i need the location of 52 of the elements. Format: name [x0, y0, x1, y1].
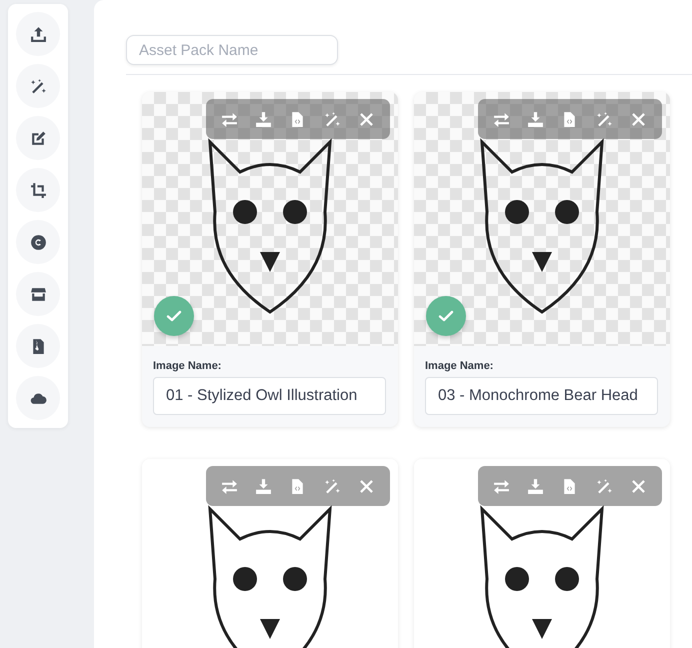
download-icon [527, 110, 544, 128]
sidebar-button[interactable] [16, 116, 60, 160]
toolbar-button[interactable] [630, 478, 648, 494]
toolbar-button[interactable] [358, 110, 376, 128]
image-name-label: Image Name: [153, 360, 222, 372]
image-name-field[interactable]: 03 - Monochrome Bear Head [425, 377, 658, 415]
copyright-icon [30, 234, 46, 250]
toolbar-button[interactable] [255, 478, 272, 494]
close-icon [358, 110, 376, 128]
image-name-label: Image Name: [425, 360, 494, 372]
storefront-icon [30, 286, 46, 302]
toolbar-button[interactable] [596, 110, 613, 128]
magic-wand-icon [596, 478, 613, 494]
toolbar-button[interactable] [220, 110, 238, 128]
sidebar-button[interactable] [16, 220, 60, 264]
swap-arrows-icon [492, 478, 510, 494]
toolbar-button[interactable] [527, 110, 544, 128]
swap-arrows-icon [492, 110, 510, 128]
upload-icon [30, 26, 46, 42]
edit-icon [30, 130, 46, 146]
sidebar-button[interactable] [16, 376, 60, 420]
magic-wand-icon [30, 78, 46, 94]
toolbar-button[interactable] [492, 478, 510, 494]
toolbar-button[interactable] [220, 478, 238, 494]
sidebar-button[interactable] [16, 168, 60, 212]
close-icon [358, 478, 376, 494]
close-icon [630, 110, 648, 128]
toolbar-button[interactable] [527, 478, 544, 494]
close-icon [630, 478, 648, 494]
sidebar-button[interactable] [16, 272, 60, 316]
sidebar-button[interactable] [16, 12, 60, 56]
asset-pack-name-field[interactable]: Asset Pack Name [126, 35, 338, 65]
swap-arrows-icon [220, 478, 238, 494]
download-icon [255, 110, 272, 128]
download-icon [527, 478, 544, 494]
download-icon [255, 478, 272, 494]
toolbar-button[interactable] [324, 478, 341, 494]
sidebar-button[interactable] [16, 324, 60, 368]
toolbar-button[interactable] [255, 110, 272, 128]
magic-wand-icon [324, 478, 341, 494]
toolbar-button[interactable] [596, 478, 613, 494]
swap-arrows-icon [220, 110, 238, 128]
toolbar-button[interactable] [630, 110, 648, 128]
crop-icon [30, 182, 46, 198]
selected-check-badge[interactable] [426, 296, 466, 336]
magic-wand-icon [324, 110, 341, 128]
selected-check-badge[interactable] [154, 296, 194, 336]
toolbar-button[interactable] [358, 478, 376, 494]
image-name-field[interactable]: 01 - Stylized Owl Illustration [153, 377, 386, 415]
toolbar-button[interactable] [492, 110, 510, 128]
magic-wand-icon [596, 110, 613, 128]
toolbar-button[interactable] [324, 110, 341, 128]
